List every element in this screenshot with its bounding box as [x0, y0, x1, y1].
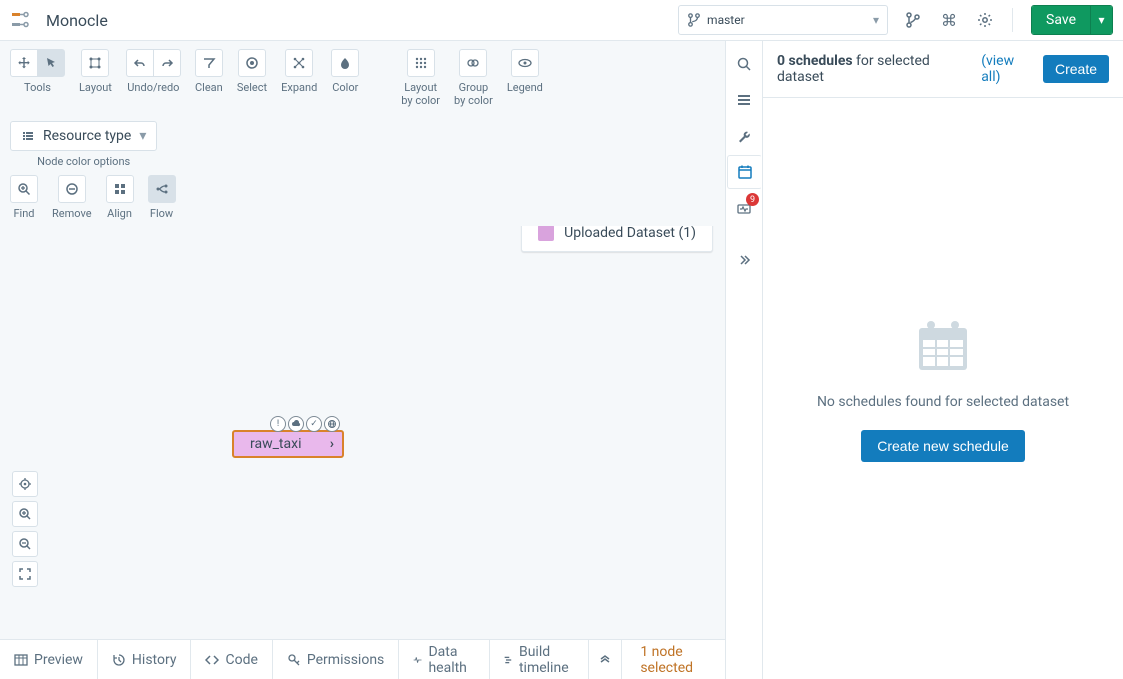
selection-status: 1 node selected: [622, 640, 725, 679]
node-badge-globe-icon[interactable]: [324, 416, 340, 432]
clean-button[interactable]: [195, 49, 223, 77]
rail-expand-button[interactable]: [727, 243, 761, 277]
view-all-link[interactable]: (view all): [981, 53, 1035, 85]
node-label: raw_taxi: [250, 436, 301, 452]
graph-node[interactable]: ! ✓ raw_taxi ›: [232, 416, 344, 458]
divider: [1012, 8, 1013, 32]
rail-list-button[interactable]: [727, 83, 761, 117]
rail-badge: 9: [746, 193, 759, 206]
save-label: Save: [1032, 6, 1090, 34]
layout-button[interactable]: [81, 49, 109, 77]
undo-button[interactable]: [126, 49, 154, 77]
collapse-bottom-button[interactable]: [589, 640, 622, 679]
app-title: Monocle: [46, 11, 678, 30]
remove-label: Remove: [52, 207, 92, 220]
fit-button[interactable]: [12, 561, 38, 587]
resource-type-label: Resource type: [43, 128, 131, 144]
branch-icon: [687, 13, 701, 27]
legend-box: Uploaded Dataset (1): [521, 226, 713, 252]
select-label: Select: [237, 81, 267, 94]
layout-by-color-button[interactable]: [407, 49, 435, 77]
clean-label: Clean: [195, 81, 223, 94]
undo-label: Undo/redo: [127, 81, 179, 94]
layout-by-color-label: Layout by color: [401, 81, 440, 107]
legend-swatch: [538, 226, 554, 241]
legend-text: Uploaded Dataset (1): [564, 226, 696, 241]
select-button[interactable]: [238, 49, 266, 77]
empty-message: No schedules found for selected dataset: [817, 394, 1069, 410]
caret-down-icon: ▾: [139, 128, 146, 144]
rail-search-button[interactable]: [727, 47, 761, 81]
expand-button[interactable]: [285, 49, 313, 77]
node-badge-warning-icon[interactable]: !: [270, 416, 286, 432]
history-icon: [112, 653, 126, 667]
find-label: Find: [13, 207, 34, 220]
select-tool[interactable]: [37, 49, 65, 77]
branch-selector[interactable]: master ▾: [678, 5, 888, 35]
tab-data-health[interactable]: Data health: [399, 640, 490, 679]
zoom-in-button[interactable]: [12, 501, 38, 527]
list-icon: [21, 129, 35, 143]
create-new-schedule-button[interactable]: Create new schedule: [861, 430, 1025, 462]
rail-health-button[interactable]: 9: [727, 191, 761, 225]
flow-label: Flow: [150, 207, 173, 220]
remove-button[interactable]: [58, 175, 86, 203]
locate-button[interactable]: [12, 471, 38, 497]
color-label: Color: [332, 81, 358, 94]
tab-preview[interactable]: Preview: [0, 640, 98, 679]
app-logo: [10, 8, 34, 32]
pulse-icon: [413, 653, 422, 667]
node-badge-check-icon[interactable]: ✓: [306, 416, 322, 432]
schedules-count: 0 schedules for selected dataset: [777, 53, 973, 85]
tab-permissions[interactable]: Permissions: [273, 640, 399, 679]
legend-button[interactable]: [511, 49, 539, 77]
flow-button[interactable]: [148, 175, 176, 203]
tab-code[interactable]: Code: [191, 640, 272, 679]
settings-button[interactable]: [970, 5, 1000, 35]
tab-build-timeline[interactable]: Build timeline: [490, 640, 590, 679]
graph-canvas[interactable]: Uploaded Dataset (1) ! ✓ raw_taxi ›: [0, 226, 725, 639]
group-by-color-button[interactable]: [459, 49, 487, 77]
calendar-big-icon: [913, 318, 973, 374]
redo-button[interactable]: [153, 49, 181, 77]
key-icon: [287, 653, 301, 667]
chevron-up-icon: [599, 654, 611, 666]
tab-history[interactable]: History: [98, 640, 192, 679]
save-button[interactable]: Save ▾: [1031, 5, 1113, 35]
node-color-label: Node color options: [37, 155, 130, 168]
node-badge-cloud-icon[interactable]: [288, 416, 304, 432]
rail-build-button[interactable]: [727, 119, 761, 153]
chevron-right-icon: ›: [330, 436, 334, 452]
legend-label: Legend: [507, 81, 543, 94]
align-button[interactable]: [106, 175, 134, 203]
align-label: Align: [107, 207, 132, 220]
caret-down-icon: ▾: [873, 13, 879, 27]
resource-type-selector[interactable]: Resource type ▾: [10, 121, 157, 151]
table-icon: [14, 653, 28, 667]
zoom-out-button[interactable]: [12, 531, 38, 557]
code-icon: [205, 653, 219, 667]
tools-label: Tools: [24, 81, 51, 94]
shortcuts-button[interactable]: ⌘: [934, 5, 964, 35]
branch-name: master: [707, 13, 745, 27]
branches-button[interactable]: [898, 5, 928, 35]
move-tool[interactable]: [10, 49, 38, 77]
group-by-color-label: Group by color: [454, 81, 493, 107]
save-dropdown[interactable]: ▾: [1090, 6, 1112, 34]
expand-label: Expand: [281, 81, 317, 94]
color-button[interactable]: [331, 49, 359, 77]
layout-label: Layout: [79, 81, 112, 94]
find-button[interactable]: [10, 175, 38, 203]
create-button[interactable]: Create: [1043, 55, 1109, 83]
rail-schedule-button[interactable]: [727, 155, 762, 189]
gantt-icon: [504, 653, 513, 667]
